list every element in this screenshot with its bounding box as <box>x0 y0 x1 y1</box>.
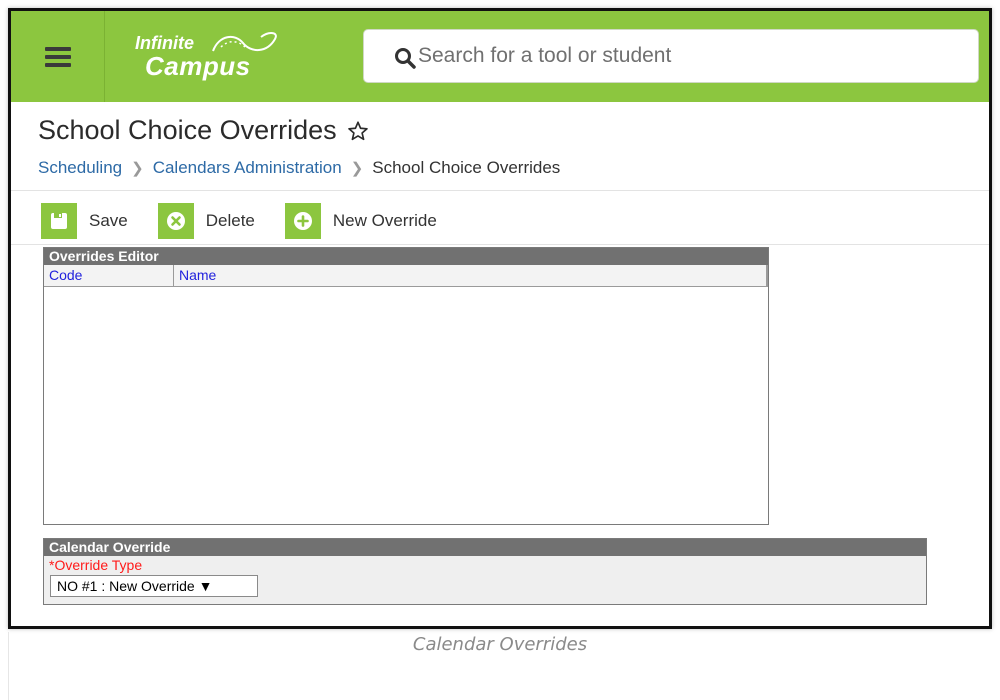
breadcrumb-current: School Choice Overrides <box>372 158 561 177</box>
page-title-text: School Choice Overrides <box>38 115 337 145</box>
app-window: Infinite Campus Search for a tool or stu… <box>8 8 992 629</box>
delete-icon <box>157 203 194 239</box>
menu-button[interactable] <box>11 11 105 102</box>
search-icon <box>395 48 416 69</box>
new-override-button[interactable]: New Override <box>284 203 437 239</box>
override-type-select[interactable]: NO #1 : New Override ▼ <box>50 575 258 597</box>
breadcrumb-calendars-administration[interactable]: Calendars Administration <box>153 158 342 178</box>
save-label: Save <box>89 211 128 230</box>
column-header-name[interactable]: Name <box>174 265 768 286</box>
action-toolbar: Save Delete New Override <box>41 201 467 241</box>
overrides-editor-title: Overrides Editor <box>44 248 768 265</box>
breadcrumb-scheduling[interactable]: Scheduling <box>38 158 122 178</box>
divider <box>11 190 989 191</box>
delete-button[interactable]: Delete <box>157 203 255 239</box>
calendar-override-panel: Calendar Override *Override Type NO #1 :… <box>43 538 927 605</box>
new-override-label: New Override <box>332 211 437 230</box>
divider <box>11 244 989 245</box>
add-icon <box>284 203 321 239</box>
page-title: School Choice Overrides <box>38 115 369 146</box>
top-bar: Infinite Campus Search for a tool or stu… <box>11 11 989 102</box>
breadcrumb: Scheduling ❯ Calendars Administration ❯ … <box>38 158 560 178</box>
hamburger-icon <box>44 46 71 67</box>
overrides-editor-panel: Overrides Editor Code Name <box>43 247 769 525</box>
infinity-swoosh-icon <box>212 32 277 52</box>
overrides-table-header: Code Name <box>44 265 768 287</box>
search-placeholder: Search for a tool or student <box>418 44 672 67</box>
override-type-label: *Override Type <box>49 557 143 573</box>
calendar-override-title: Calendar Override <box>44 539 926 556</box>
chevron-right-icon: ❯ <box>131 160 144 177</box>
chevron-right-icon: ❯ <box>350 160 364 177</box>
delete-label: Delete <box>205 211 255 230</box>
search-box[interactable]: Search for a tool or student <box>363 29 979 83</box>
image-caption: Calendar Overrides <box>412 634 588 655</box>
column-header-code[interactable]: Code <box>44 265 174 286</box>
save-icon <box>41 203 77 239</box>
save-button[interactable]: Save <box>41 203 128 239</box>
infinite-campus-logo[interactable]: Infinite Campus <box>129 29 289 85</box>
favorite-star-icon[interactable] <box>347 120 369 142</box>
